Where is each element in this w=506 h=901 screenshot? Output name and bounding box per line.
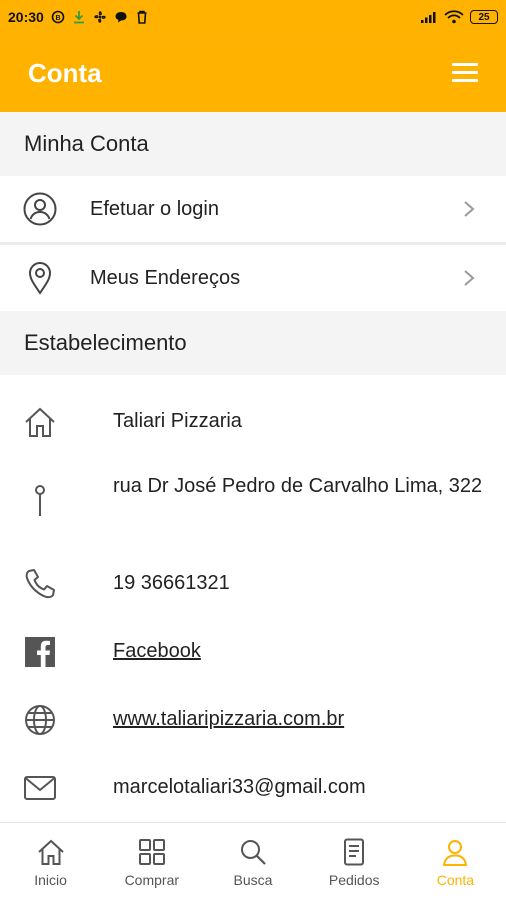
section-title-establishment: Estabelecimento [24,330,187,355]
fan-icon [94,11,106,23]
app-bar: Conta [0,34,506,112]
addresses-row[interactable]: Meus Endereços [0,245,506,311]
grid-icon [138,839,165,865]
status-bar: 20:30 B 25 [0,0,506,34]
tab-label: Pedidos [328,872,380,888]
website-link[interactable]: www.taliaripizzaria.com.br [113,703,483,735]
phone-row: 19 36661321 [0,566,506,602]
establishment-address: rua Dr José Pedro de Carvalho Lima, 322 [113,475,483,497]
bottom-tab-bar: Inicio Comprar Busca Pedidos Conta [0,822,506,901]
globe-icon [22,702,58,738]
user-icon [443,840,468,866]
section-header-establishment: Estabelecimento [0,311,506,375]
establishment-name: Taliari Pizzaria [113,410,242,432]
facebook-icon [22,634,58,670]
map-pin-icon [22,482,58,518]
facebook-link[interactable]: Facebook [113,635,483,667]
website-row: www.taliaripizzaria.com.br [0,702,506,738]
trash-icon [137,10,147,24]
addresses-label: Meus Endereços [90,266,241,289]
location-pin-icon [22,260,58,296]
chevron-right-icon [464,270,475,286]
email-row: marcelotaliari33@gmail.com [0,770,506,806]
tab-busca[interactable]: Busca [202,823,303,901]
home-icon [22,404,58,440]
tab-inicio[interactable]: Inicio [0,823,101,901]
tab-label: Conta [436,872,475,888]
section-header-account: Minha Conta [0,112,506,176]
receipt-icon [344,838,365,866]
tab-label: Inicio [34,872,67,888]
svg-text:B: B [55,15,60,22]
tab-label: Busca [233,872,273,888]
status-time: 20:30 [8,9,44,25]
hamburger-menu-icon[interactable] [452,63,478,83]
battery-level: 25 [478,11,490,23]
tab-conta[interactable]: Conta [405,823,506,901]
mail-icon [22,770,58,806]
signal-icon [421,12,436,23]
user-circle-icon [22,191,58,227]
login-label: Efetuar o login [90,197,219,220]
login-row[interactable]: Efetuar o login [0,176,506,242]
facebook-row: Facebook [0,634,506,670]
notification-icon: B [51,10,65,24]
page-title: Conta [28,57,102,88]
search-icon [241,840,266,865]
tab-label: Comprar [124,872,180,888]
tab-pedidos[interactable]: Pedidos [304,823,405,901]
home-icon [37,839,64,865]
chat-icon [115,12,127,23]
establishment-phone: 19 36661321 [113,572,230,594]
wifi-icon [444,10,464,24]
chevron-right-icon [464,201,475,217]
status-bar-right: 25 [420,10,498,24]
tab-comprar[interactable]: Comprar [101,823,202,901]
establishment-name-row: Taliari Pizzaria [0,404,506,440]
battery-icon: 25 [470,10,498,24]
section-title-account: Minha Conta [24,131,149,156]
establishment-email: marcelotaliari33@gmail.com [113,776,366,798]
status-bar-left: 20:30 B [8,9,149,25]
address-row: rua Dr José Pedro de Carvalho Lima, 322 [0,470,506,540]
phone-icon [22,566,58,602]
download-icon [73,11,84,24]
